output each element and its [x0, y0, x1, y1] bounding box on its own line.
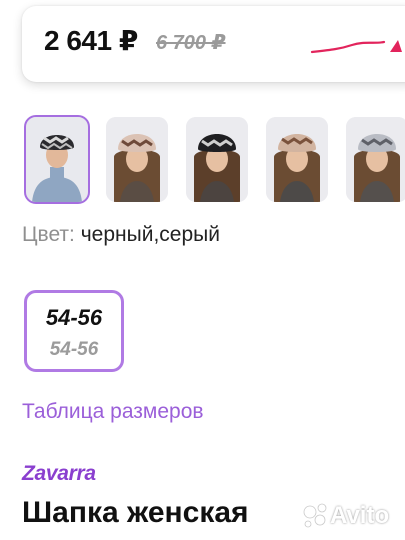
thumbnail-2[interactable] — [106, 117, 168, 202]
thumbnail-4[interactable] — [266, 117, 328, 202]
color-info: Цвет: черный,серый — [22, 223, 220, 247]
size-table-link[interactable]: Таблица размеров — [22, 400, 204, 424]
photo-2-image — [106, 117, 168, 202]
photo-5-image — [346, 117, 405, 202]
photo-1-image — [26, 117, 88, 202]
price-card: 2 641 ₽ 6 700 ₽ — [22, 6, 405, 82]
color-label: Цвет: — [22, 223, 75, 246]
size-option[interactable]: 54-56 54-56 — [24, 290, 124, 372]
old-price: 6 700 ₽ — [156, 32, 226, 54]
photo-3-image — [186, 117, 248, 202]
current-price: 2 641 ₽ — [44, 25, 138, 56]
thumbnail-1[interactable] — [24, 115, 90, 204]
photo-gallery — [24, 115, 405, 204]
price-trend-icon — [310, 40, 402, 54]
thumbnail-3[interactable] — [186, 117, 248, 202]
size-main-label: 54-56 — [45, 305, 103, 330]
watermark-text: Avito — [330, 502, 390, 529]
brand-logo[interactable]: Zavarra — [22, 462, 96, 486]
thumbnail-5[interactable] — [346, 117, 405, 202]
color-value: черный,серый — [80, 223, 220, 246]
photo-4-image — [266, 117, 328, 202]
size-sub-label: 54-56 — [49, 339, 99, 360]
